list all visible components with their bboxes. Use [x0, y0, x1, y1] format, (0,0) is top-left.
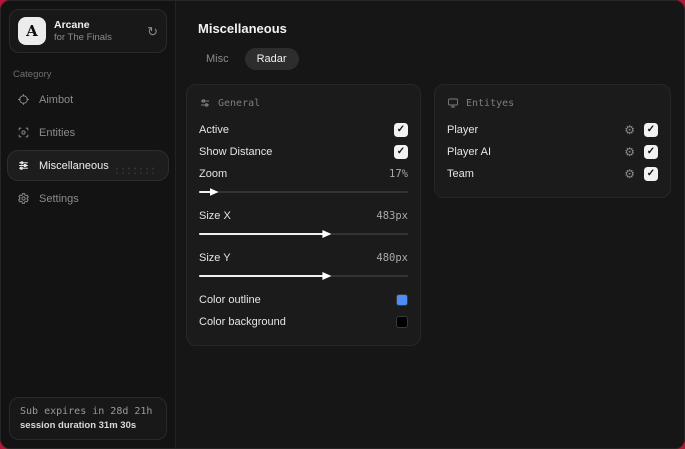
zoom-slider[interactable]: [199, 187, 408, 197]
slider-label: Size Y: [199, 252, 231, 264]
tab-misc[interactable]: Misc: [194, 48, 241, 70]
gear-icon: [18, 193, 29, 204]
brand-title: Arcane: [54, 18, 90, 31]
outline-color-swatch[interactable]: [396, 294, 408, 306]
slider-value: 17%: [389, 168, 408, 180]
gear-icon[interactable]: ⚙: [624, 168, 635, 180]
sidebar: A Arcane for The Finals ↻ Category Aimbo…: [1, 1, 176, 448]
refresh-icon[interactable]: ↻: [147, 25, 158, 38]
brand-logo: A: [18, 17, 46, 45]
sidebar-item-miscellaneous[interactable]: Miscellaneous: [7, 150, 169, 181]
brand-card: A Arcane for The Finals ↻: [9, 9, 167, 53]
entity-row-player-ai: Player AI ⚙: [447, 141, 658, 163]
entity-label: Player AI: [447, 146, 492, 158]
sidebar-item-label: Miscellaneous: [39, 159, 109, 172]
color-label: Color background: [199, 316, 286, 328]
app-window: A Arcane for The Finals ↻ Category Aimbo…: [0, 0, 685, 449]
session-duration-text: session duration 31m 30s: [20, 420, 137, 431]
show-distance-checkbox[interactable]: [394, 145, 408, 159]
active-checkbox[interactable]: [394, 123, 408, 137]
slider-row-zoom: Zoom 17%: [199, 163, 408, 185]
panel-title: General: [218, 97, 261, 109]
color-row-background: Color background: [199, 311, 408, 333]
crosshair-icon: [18, 94, 29, 105]
subscription-status: Sub expires in 28d 21h session duration …: [9, 397, 167, 440]
sidebar-item-label: Settings: [39, 192, 79, 205]
toggle-row-show-distance: Show Distance: [199, 141, 408, 163]
monitor-icon: [448, 98, 458, 108]
entities-icon: [18, 127, 29, 138]
brand-subtitle: for The Finals: [54, 31, 112, 43]
page-title: Miscellaneous: [198, 21, 287, 36]
sliders-small-icon: [201, 99, 209, 107]
entity-label: Team: [447, 168, 474, 180]
tab-radar[interactable]: Radar: [244, 48, 299, 70]
slider-label: Size X: [199, 210, 231, 222]
slider-value: 480px: [376, 252, 408, 264]
entity-label: Player: [447, 124, 479, 136]
sidebar-item-label: Aimbot: [39, 93, 74, 106]
size-x-slider[interactable]: [199, 229, 408, 239]
panel-title: Entityes: [466, 97, 515, 109]
general-panel: General Active Show Distance Zoom 17%: [186, 84, 421, 346]
category-label: Category: [13, 69, 52, 80]
slider-row-size-y: Size Y 480px: [199, 247, 408, 269]
slider-row-size-x: Size X 483px: [199, 205, 408, 227]
slider-thumb[interactable]: [209, 188, 219, 196]
main-content: Miscellaneous Misc Radar General Active …: [176, 1, 684, 448]
toggle-row-active: Active: [199, 119, 408, 141]
team-checkbox[interactable]: [644, 167, 658, 181]
color-label: Color outline: [199, 294, 261, 306]
sidebar-nav: Aimbot Entities Miscellaneous Settings: [1, 84, 175, 214]
entity-row-team: Team ⚙: [447, 163, 658, 185]
size-y-slider[interactable]: [199, 271, 408, 281]
slider-thumb[interactable]: [322, 272, 332, 280]
player-ai-checkbox[interactable]: [644, 145, 658, 159]
sidebar-item-aimbot[interactable]: Aimbot: [7, 84, 169, 115]
sidebar-item-entities[interactable]: Entities: [7, 117, 169, 148]
gear-icon[interactable]: ⚙: [624, 124, 635, 136]
sidebar-item-settings[interactable]: Settings: [7, 183, 169, 214]
tab-bar: Misc Radar: [194, 48, 671, 70]
color-row-outline: Color outline: [199, 289, 408, 311]
background-color-swatch[interactable]: [396, 316, 408, 328]
sliders-icon: [19, 161, 28, 170]
sidebar-item-label: Entities: [39, 126, 76, 139]
slider-value: 483px: [376, 210, 408, 222]
player-checkbox[interactable]: [644, 123, 658, 137]
toggle-label: Active: [199, 124, 229, 136]
slider-thumb[interactable]: [322, 230, 332, 238]
slider-label: Zoom: [199, 168, 228, 180]
sub-expiry-text: Sub expires in 28d 21h: [20, 406, 153, 417]
entity-row-player: Player ⚙: [447, 119, 658, 141]
toggle-label: Show Distance: [199, 146, 273, 158]
gear-icon[interactable]: ⚙: [624, 146, 635, 158]
entities-panel: Entityes Player ⚙ Player AI ⚙ Team ⚙: [434, 84, 671, 198]
